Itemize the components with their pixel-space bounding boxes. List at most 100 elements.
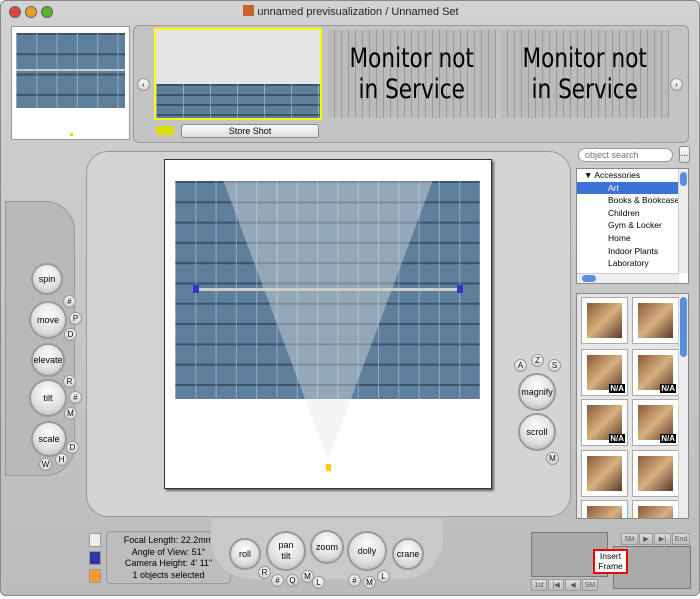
frame-nav-button[interactable]: SM <box>621 533 638 545</box>
frame-nav-button[interactable]: 1st <box>531 579 547 591</box>
wall-object[interactable] <box>195 288 461 291</box>
object-thumbnail[interactable] <box>581 500 628 518</box>
elevate-control[interactable]: elevate <box>31 343 65 377</box>
key-button[interactable]: # <box>271 574 284 587</box>
key-button[interactable]: M <box>363 576 376 589</box>
store-shot-button[interactable]: Store Shot <box>181 124 319 138</box>
camera-marker[interactable] <box>326 464 331 471</box>
overview-preview[interactable] <box>11 26 130 140</box>
key-button[interactable]: L <box>312 576 325 589</box>
minimize-button[interactable] <box>25 6 37 18</box>
light-icon[interactable] <box>89 533 101 547</box>
window-title: unnamed previsualization / Unnamed Set <box>257 6 459 18</box>
list-item[interactable]: Art <box>577 181 688 195</box>
top-view-canvas[interactable] <box>164 159 492 489</box>
key-button[interactable]: R <box>258 566 271 579</box>
frame-nav-button[interactable]: SM <box>582 579 598 591</box>
object-thumbnail[interactable]: N/A <box>632 349 679 396</box>
list-item[interactable]: Children <box>577 207 688 220</box>
key-button[interactable]: R <box>63 375 76 388</box>
key-button[interactable]: Z <box>531 354 544 367</box>
list-item[interactable]: Laboratory <box>577 257 688 270</box>
key-button[interactable]: L <box>377 570 390 583</box>
monitor-text: Monitor not <box>522 43 648 74</box>
key-button[interactable]: A <box>514 359 527 372</box>
object-thumbnail[interactable] <box>632 450 679 497</box>
na-badge: N/A <box>660 384 676 393</box>
vertical-scrollbar[interactable] <box>678 169 688 273</box>
crane-control[interactable]: crane <box>392 538 424 570</box>
zoom-control[interactable]: zoom <box>310 530 344 564</box>
key-button[interactable]: H <box>55 453 68 466</box>
next-shot-button[interactable]: › <box>670 78 683 91</box>
object-thumbnail[interactable]: N/A <box>581 349 628 396</box>
zoom-button[interactable] <box>41 6 53 18</box>
object-thumbnail[interactable]: N/A <box>581 399 628 446</box>
key-button[interactable]: # <box>348 574 361 587</box>
list-item[interactable]: Home <box>577 232 688 245</box>
prev-shot-button[interactable]: ‹ <box>137 78 150 91</box>
list-item[interactable]: Indoor Plants <box>577 245 688 258</box>
object-thumbnails[interactable]: N/A N/A N/A N/A <box>576 293 689 519</box>
monitor-2[interactable]: Monitor not in Service <box>501 30 669 118</box>
na-badge: N/A <box>660 434 676 443</box>
horizontal-scrollbar[interactable] <box>577 273 679 283</box>
shot-floor <box>156 84 320 118</box>
key-button[interactable]: S <box>548 359 561 372</box>
frame-nav-button[interactable]: End <box>672 533 690 545</box>
list-item[interactable]: Books & Bookcases <box>577 194 688 207</box>
key-button[interactable]: W <box>39 458 52 471</box>
document-icon <box>243 5 255 16</box>
wall-handle-left[interactable] <box>193 285 199 293</box>
category-label: Accessories <box>594 170 641 180</box>
frame-nav-button[interactable]: ◀ <box>565 579 581 591</box>
object-thumbnail[interactable] <box>632 297 679 344</box>
na-badge: N/A <box>609 434 625 443</box>
dolly-control[interactable]: dolly <box>347 531 387 571</box>
move-control[interactable]: move <box>29 301 67 339</box>
spin-control[interactable]: spin <box>31 263 63 295</box>
shot-current[interactable] <box>154 28 322 120</box>
scroll-control[interactable]: scroll <box>518 413 556 451</box>
tilt-control[interactable]: tilt <box>29 379 67 417</box>
object-thumbnail[interactable] <box>581 450 628 497</box>
wall-handle-right[interactable] <box>457 285 463 293</box>
tilt-label: tilt <box>281 551 291 561</box>
object-icon[interactable] <box>89 569 101 583</box>
monitor-1[interactable]: Monitor not in Service <box>328 30 496 118</box>
scale-control[interactable]: scale <box>31 421 67 457</box>
title-bar: unnamed previsualization / Unnamed Set <box>1 1 700 23</box>
search-options-button[interactable]: ... <box>679 146 690 163</box>
close-button[interactable] <box>9 6 21 18</box>
camera-frustum <box>223 180 433 460</box>
overview-camera <box>70 133 73 136</box>
key-button[interactable]: M <box>546 452 559 465</box>
thumbnail-scrollbar[interactable] <box>678 294 688 518</box>
key-button[interactable]: M <box>64 407 77 420</box>
insert-frame-button[interactable]: Insert Frame <box>593 549 628 574</box>
object-search-input[interactable] <box>578 148 673 162</box>
key-button[interactable]: # <box>63 295 76 308</box>
magnify-control[interactable]: magnify <box>518 373 556 411</box>
monitor-text: in Service <box>358 74 466 105</box>
app-window: unnamed previsualization / Unnamed Set ‹… <box>0 0 700 596</box>
figure-icon[interactable] <box>89 551 101 565</box>
key-button[interactable]: D <box>64 328 77 341</box>
object-thumbnail[interactable] <box>581 297 628 344</box>
frame-label: Frame <box>598 561 623 571</box>
frame-nav-button[interactable]: ▶| <box>654 533 671 545</box>
roll-control[interactable]: roll <box>229 538 261 570</box>
category-list[interactable]: ▼ Accessories Art Books & Bookcases Chil… <box>576 168 689 284</box>
key-button[interactable]: D <box>66 441 79 454</box>
key-button[interactable]: Q <box>286 574 299 587</box>
pan-label: pan <box>278 540 294 550</box>
frame-nav-button[interactable]: |◀ <box>548 579 564 591</box>
list-item[interactable]: Gym & Locker <box>577 219 688 232</box>
pan-tilt-control[interactable]: pan tilt <box>266 531 306 571</box>
key-button[interactable]: P <box>69 312 82 325</box>
object-thumbnail[interactable] <box>632 500 679 518</box>
object-thumbnail[interactable]: N/A <box>632 399 679 446</box>
category-header[interactable]: ▼ Accessories <box>577 169 688 182</box>
key-button[interactable]: # <box>69 391 82 404</box>
frame-nav-button[interactable]: ▶ <box>639 533 653 545</box>
